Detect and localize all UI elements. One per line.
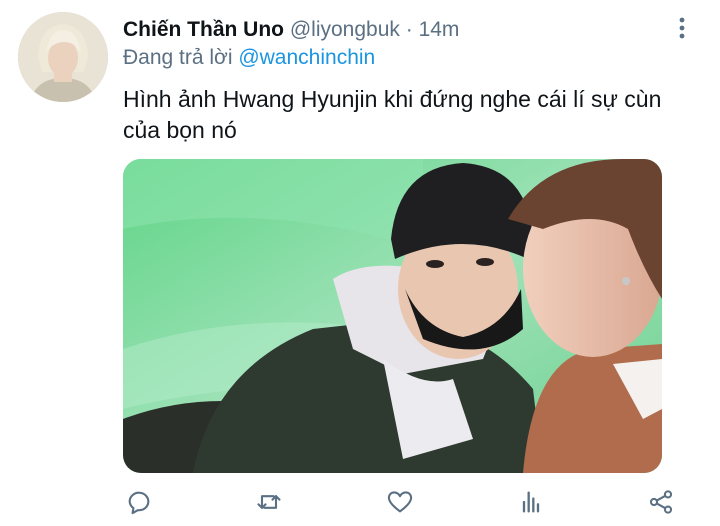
tweet-text: Hình ảnh Hwang Hyunjin khi đứng nghe cái…	[123, 86, 662, 143]
share-icon[interactable]	[645, 486, 677, 518]
reply-icon[interactable]	[123, 486, 155, 518]
reply-prefix: Đang trả lời	[123, 46, 233, 69]
reply-mention-link[interactable]: @wanchinchin	[238, 46, 375, 69]
separator-dot: ·	[405, 18, 413, 41]
reply-context: Đang trả lời @wanchinchin	[123, 44, 375, 72]
display-name[interactable]: Chiến Thần Uno	[123, 18, 284, 41]
timestamp[interactable]: 14m	[419, 18, 460, 41]
avatar[interactable]	[18, 12, 108, 102]
tweet-header: Chiến Thần Uno @liyongbuk · 14m	[123, 16, 690, 44]
tweet-actions	[123, 486, 683, 518]
more-vertical-icon[interactable]	[674, 14, 690, 42]
retweet-icon[interactable]	[253, 486, 285, 518]
user-handle[interactable]: @liyongbuk	[290, 18, 400, 41]
heart-icon[interactable]	[384, 486, 416, 518]
analytics-icon[interactable]	[515, 486, 547, 518]
tweet-media-image[interactable]	[123, 159, 662, 473]
